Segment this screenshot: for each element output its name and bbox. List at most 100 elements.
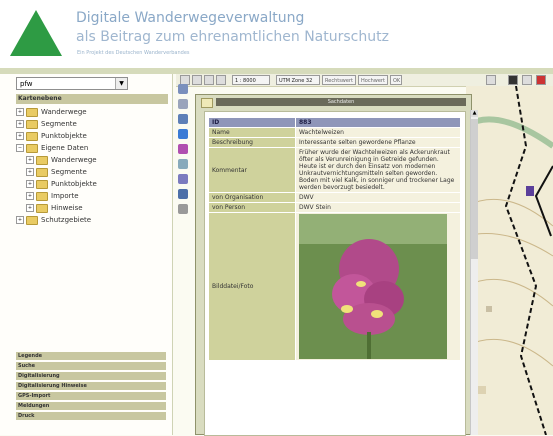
tree-item-label: Wanderwege <box>41 108 87 116</box>
accordion-section[interactable]: GPS-Import <box>16 392 166 401</box>
info-icon[interactable] <box>486 75 496 85</box>
attribute-value <box>296 213 460 360</box>
easting-input[interactable]: Rechtswert <box>322 75 356 85</box>
attribute-key: Bilddatei/Foto <box>209 213 295 360</box>
crs-select[interactable]: UTM Zone 32 <box>276 75 320 85</box>
expand-icon[interactable]: + <box>16 132 24 140</box>
close-icon[interactable] <box>536 75 546 85</box>
draw-icon[interactable] <box>178 174 188 184</box>
attribute-table: ID 883 Name Wachtelweizen Beschreibung Intere… <box>208 117 461 361</box>
measure-icon[interactable] <box>178 144 188 154</box>
layers-panel-title: Kartenebene <box>16 94 168 104</box>
project-select-value: pfw <box>20 80 33 88</box>
attribute-row: Bilddatei/Foto <box>209 213 460 360</box>
attribute-row: Name Wachtelweizen <box>209 128 460 137</box>
accordion-section[interactable]: Suche <box>16 362 166 371</box>
window-icon[interactable] <box>201 98 213 108</box>
expand-icon[interactable]: + <box>26 192 34 200</box>
help-icon[interactable] <box>522 75 532 85</box>
tree-item[interactable]: + Importe <box>16 190 166 202</box>
tree-item-label: Segmente <box>51 168 87 176</box>
attribute-value: Früher wurde der Wachtelweizen als Acker… <box>296 148 460 192</box>
folder-icon <box>26 143 38 153</box>
layer-tree: + Wanderwege + Segmente + Punktobjekte − Eigene… <box>16 106 166 226</box>
tree-item[interactable]: + Segmente <box>16 118 166 130</box>
scroll-up-icon[interactable]: ▲ <box>471 110 478 117</box>
tree-item-label: Punktobjekte <box>41 132 87 140</box>
attribute-row: Kommentar Früher wurde der Wachtelweizen … <box>209 148 460 192</box>
zoom-out-icon[interactable] <box>178 99 188 109</box>
folder-icon <box>36 179 48 189</box>
folder-icon <box>36 155 48 165</box>
folder-icon <box>26 131 38 141</box>
app-title: Digitale Wanderwegeverwaltung <box>76 10 305 26</box>
folder-icon <box>26 107 38 117</box>
folder-icon <box>36 167 48 177</box>
chevron-down-icon[interactable]: ▼ <box>115 78 127 89</box>
expand-icon[interactable]: + <box>26 180 34 188</box>
feature-info-title[interactable]: Sachdaten <box>216 98 466 106</box>
tree-item-label: Schutzgebiete <box>41 216 92 224</box>
app-header: Digitale Wanderwegeverwaltung als Beitra… <box>0 0 553 70</box>
tree-item[interactable]: + Wanderwege <box>16 106 166 118</box>
folder-icon <box>36 203 48 213</box>
attribute-value: 883 <box>296 118 460 127</box>
scroll-thumb[interactable] <box>471 119 478 259</box>
northing-input[interactable]: Hochwert <box>358 75 388 85</box>
expand-icon[interactable]: + <box>16 216 24 224</box>
tree-item-label: Wanderwege <box>51 156 97 164</box>
feature-info-window[interactable]: Sachdaten ID 883 Name Wachtelweizen Beschrei… <box>195 94 472 436</box>
accordion-section[interactable]: Digitalisierung <box>16 372 166 381</box>
attribute-row: von Person DWV Stein <box>209 203 460 212</box>
attribute-value: Wachtelweizen <box>296 128 460 137</box>
accordion-section[interactable]: Digitalisierung Hinweise <box>16 382 166 391</box>
map-view[interactable] <box>466 86 553 435</box>
attribute-row: Beschreibung Interessante selten geworden… <box>209 138 460 147</box>
pan-icon[interactable] <box>192 75 202 85</box>
user-icon[interactable] <box>508 75 518 85</box>
expand-icon[interactable]: + <box>16 120 24 128</box>
attribute-row: von Organisation DWV <box>209 193 460 202</box>
tree-item[interactable]: − Eigene Daten <box>16 142 166 154</box>
tree-item[interactable]: + Punktobjekte <box>16 178 166 190</box>
select-icon[interactable] <box>178 159 188 169</box>
zoom-in-icon[interactable] <box>178 84 188 94</box>
expand-icon[interactable]: + <box>16 108 24 116</box>
scale-select[interactable]: 1 : 8000 <box>232 75 270 85</box>
edit-icon[interactable] <box>178 189 188 199</box>
globe-icon[interactable] <box>178 129 188 139</box>
tree-item[interactable]: + Segmente <box>16 166 166 178</box>
tree-item[interactable]: + Wanderwege <box>16 154 166 166</box>
attribute-value: DWV Stein <box>296 203 460 212</box>
left-panel: pfw ▼ Kartenebene + Wanderwege + Segmente + P… <box>0 74 173 435</box>
go-button[interactable]: OK <box>390 75 402 85</box>
attribute-value: Interessante selten gewordene Pflanze <box>296 138 460 147</box>
attribute-key: von Organisation <box>209 193 295 202</box>
ruler-icon[interactable] <box>178 204 188 214</box>
accordion-section[interactable]: Legende <box>16 352 166 361</box>
triangle-logo-icon <box>10 10 62 56</box>
tree-item[interactable]: + Hinweise <box>16 202 166 214</box>
project-select[interactable]: pfw ▼ <box>16 77 128 90</box>
expand-icon[interactable]: + <box>26 168 34 176</box>
tree-item[interactable]: + Schutzgebiete <box>16 214 166 226</box>
attribute-key: ID <box>209 118 295 127</box>
save-icon[interactable] <box>204 75 214 85</box>
app-tagline: Ein Projekt des Deutschen Wanderverbande… <box>77 50 190 56</box>
print-icon[interactable] <box>216 75 226 85</box>
home-icon[interactable] <box>178 114 188 124</box>
tree-item-label: Segmente <box>41 120 77 128</box>
accordion-section[interactable]: Meldungen <box>16 402 166 411</box>
feature-info-body: ID 883 Name Wachtelweizen Beschreibung Intere… <box>204 111 466 436</box>
expand-icon[interactable]: + <box>26 156 34 164</box>
folder-icon <box>36 191 48 201</box>
attribute-row: ID 883 <box>209 118 460 127</box>
app-subtitle: als Beitrag zum ehrenamtlichen Naturschu… <box>76 29 389 45</box>
expand-icon[interactable]: + <box>26 204 34 212</box>
attribute-value: DWV <box>296 193 460 202</box>
expand-icon[interactable]: − <box>16 144 24 152</box>
accordion-section[interactable]: Druck <box>16 412 166 421</box>
tree-item[interactable]: + Punktobjekte <box>16 130 166 142</box>
attribute-key: Name <box>209 128 295 137</box>
info-scrollbar[interactable]: ▲ <box>470 110 478 435</box>
